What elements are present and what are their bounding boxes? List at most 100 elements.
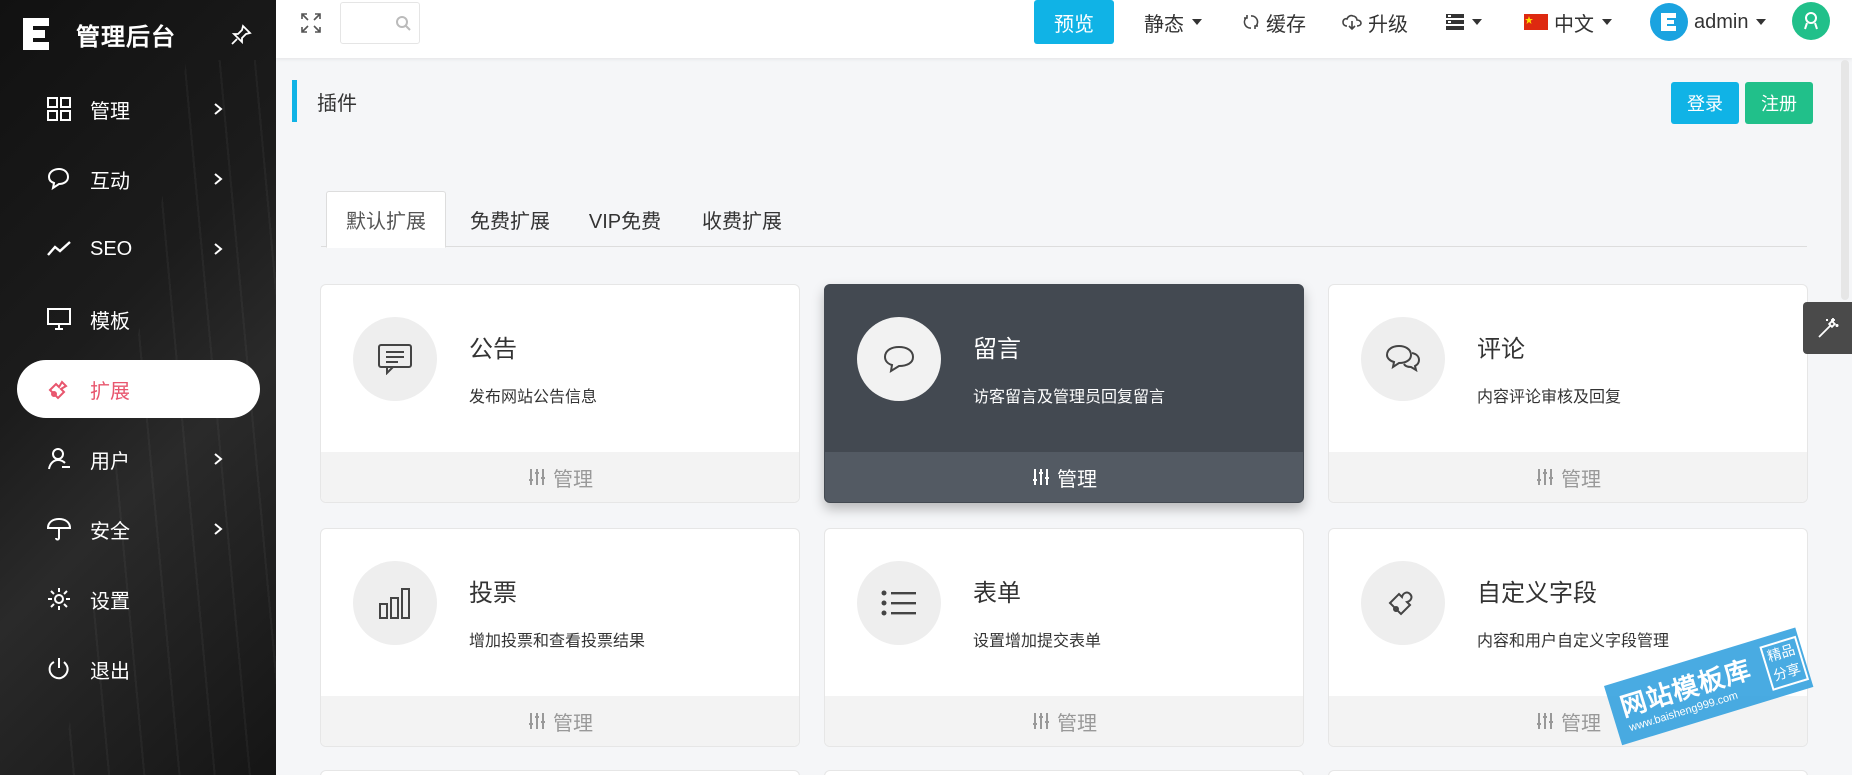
manage-button[interactable]: 管理 — [321, 696, 799, 746]
sidebar-item-label: 管理 — [90, 100, 130, 123]
app-root: 管理后台 管理 互动 SEO 模板 扩展 用户 安全 设置 退出 预览 静态 缓… — [0, 0, 1852, 775]
grid-icon — [44, 94, 74, 124]
upgrade-button[interactable]: 升级 — [1342, 0, 1408, 44]
sidebar-item-user[interactable]: 用户 — [0, 430, 276, 488]
chevron-right-icon — [208, 239, 228, 259]
card-description: 内容评论审核及回复 — [1477, 389, 1622, 406]
sliders-icon — [1031, 467, 1051, 487]
caret-down-icon — [1602, 19, 1612, 25]
wand-icon — [1816, 316, 1840, 340]
page-title: 插件 — [317, 92, 357, 115]
plugin-card-partial[interactable] — [824, 770, 1304, 775]
card-description: 发布网站公告信息 — [469, 389, 598, 406]
sidebar-menu: 管理 互动 SEO 模板 扩展 用户 安全 设置 退出 — [0, 80, 276, 710]
user-dropdown[interactable]: admin — [1650, 0, 1767, 44]
sidebar-item-label: 退出 — [90, 660, 130, 683]
sidebar-item-label: 用户 — [90, 450, 130, 473]
sidebar-item-security[interactable]: 安全 — [0, 500, 276, 558]
bar-chart-icon — [353, 561, 437, 645]
plug-icon — [44, 374, 74, 404]
notice-icon — [353, 317, 437, 401]
umbrella-icon — [44, 514, 74, 544]
tab-vip-free[interactable]: VIP免费 — [575, 191, 675, 247]
user-icon — [44, 444, 74, 474]
sidebar-item-logout[interactable]: 退出 — [0, 640, 276, 698]
china-flag-icon — [1524, 14, 1548, 30]
card-title: 公告 — [469, 336, 517, 363]
manage-button[interactable]: 管理 — [825, 696, 1303, 746]
sidebar-item-label: 互动 — [90, 170, 130, 193]
sliders-icon — [527, 467, 547, 487]
sidebar-item-template[interactable]: 模板 — [0, 290, 276, 348]
sidebar-item-extension[interactable]: 扩展 — [17, 360, 260, 418]
title-accent-bar — [292, 80, 297, 122]
brand-logo-icon — [18, 13, 56, 55]
plugin-card-form[interactable]: 表单 设置增加提交表单 管理 — [824, 528, 1304, 747]
page-header: 插件 — [292, 80, 357, 122]
card-title: 表单 — [973, 580, 1021, 607]
message-icon — [857, 317, 941, 401]
gear-icon — [44, 584, 74, 614]
card-title: 自定义字段 — [1477, 580, 1597, 607]
caret-down-icon — [1192, 19, 1202, 25]
topbar: 预览 静态 缓存 升级 中文 admin — [276, 0, 1852, 58]
static-dropdown[interactable]: 静态 — [1144, 0, 1202, 44]
upgrade-label: 升级 — [1368, 13, 1408, 36]
scrollbar-thumb[interactable] — [1841, 60, 1849, 300]
search-input[interactable] — [345, 3, 391, 43]
card-description: 访客留言及管理员回复留言 — [973, 389, 1166, 406]
extension-tabs: 默认扩展 免费扩展 VIP免费 收费扩展 — [321, 191, 1807, 248]
cloud-download-icon — [1342, 13, 1362, 31]
sidebar-item-manage[interactable]: 管理 — [0, 80, 276, 138]
manage-button[interactable]: 管理 — [1329, 452, 1807, 502]
avatar — [1650, 3, 1688, 41]
sidebar-item-interaction[interactable]: 互动 — [0, 150, 276, 208]
manage-label: 管理 — [553, 712, 593, 735]
sidebar-item-seo[interactable]: SEO — [0, 220, 276, 278]
manage-button[interactable]: 管理 — [321, 452, 799, 502]
list-icon — [857, 561, 941, 645]
card-description: 设置增加提交表单 — [973, 633, 1102, 650]
plugin-card-partial[interactable] — [1328, 770, 1808, 775]
tab-paid[interactable]: 收费扩展 — [687, 191, 797, 247]
preview-button[interactable]: 预览 — [1034, 0, 1114, 44]
manage-button[interactable]: 管理 — [825, 452, 1303, 502]
plugin-card-message[interactable]: 留言 访客留言及管理员回复留言 管理 — [824, 284, 1304, 503]
plugin-card-vote[interactable]: 投票 增加投票和查看投票结果 管理 — [320, 528, 800, 747]
tab-default[interactable]: 默认扩展 — [326, 191, 446, 248]
search-icon[interactable] — [395, 15, 411, 36]
profile-icon[interactable] — [1792, 2, 1830, 40]
chevron-right-icon — [208, 519, 228, 539]
sidebar-item-label: SEO — [90, 237, 133, 260]
server-dropdown[interactable] — [1446, 0, 1482, 44]
caret-down-icon — [1472, 19, 1482, 25]
chevron-right-icon — [208, 449, 228, 469]
cache-button[interactable]: 缓存 — [1242, 0, 1306, 44]
brand-title: 管理后台 — [76, 23, 176, 51]
sidebar-item-label: 模板 — [90, 310, 130, 333]
card-title: 投票 — [469, 580, 517, 607]
plugin-card-comments[interactable]: 评论 内容评论审核及回复 管理 — [1328, 284, 1808, 503]
tab-free[interactable]: 免费扩展 — [455, 191, 565, 247]
manage-label: 管理 — [1057, 712, 1097, 735]
brand[interactable]: 管理后台 — [18, 12, 176, 56]
refresh-icon — [1242, 13, 1260, 31]
plugin-card-notice[interactable]: 公告 发布网站公告信息 管理 — [320, 284, 800, 503]
chevron-right-icon — [208, 99, 228, 119]
plugin-card-partial[interactable] — [320, 770, 800, 775]
manage-label: 管理 — [553, 468, 593, 491]
chat-icon — [44, 164, 74, 194]
plugin-card-custom-fields[interactable]: 自定义字段 内容和用户自定义字段管理 管理 — [1328, 528, 1808, 747]
register-button[interactable]: 注册 — [1745, 82, 1813, 124]
pin-icon[interactable] — [226, 20, 256, 50]
fullscreen-icon[interactable] — [298, 10, 324, 36]
sidebar-item-settings[interactable]: 设置 — [0, 570, 276, 628]
login-button[interactable]: 登录 — [1671, 82, 1739, 124]
caret-down-icon — [1756, 19, 1767, 25]
search-box — [340, 2, 420, 44]
manage-label: 管理 — [1561, 712, 1601, 735]
puzzle-icon — [1361, 561, 1445, 645]
trend-icon — [44, 234, 74, 264]
language-dropdown[interactable]: 中文 — [1524, 0, 1612, 44]
sidebar-item-label: 安全 — [90, 520, 130, 543]
